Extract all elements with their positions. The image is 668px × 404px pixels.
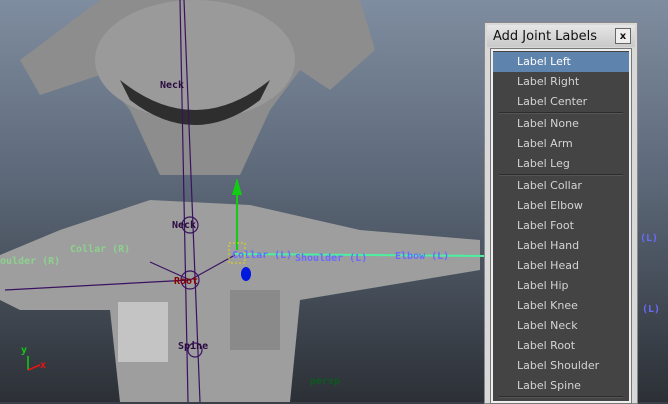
joint-label-shoulder-l: Shoulder (L)	[295, 253, 368, 264]
joint-label-root: Root	[174, 276, 199, 287]
joint-label-neck: Neck	[172, 220, 197, 231]
joint-label-spine: Spine	[178, 341, 209, 352]
menu-item-label-knee[interactable]: Label Knee	[493, 296, 629, 316]
menu-item-label-left[interactable]: Label Left	[493, 52, 629, 72]
menu-item-label-none[interactable]: Label None	[493, 114, 629, 134]
menu-item-label-hip[interactable]: Label Hip	[493, 276, 629, 296]
menu-separator	[499, 396, 623, 398]
menu-item-label-right[interactable]: Label Right	[493, 72, 629, 92]
menu-item-label-root[interactable]: Label Root	[493, 336, 629, 356]
menu-item-label-collar[interactable]: Label Collar	[493, 176, 629, 196]
menu-item-label-leg[interactable]: Label Leg	[493, 154, 629, 174]
menu-item-label-neck[interactable]: Label Neck	[493, 316, 629, 336]
joint-label-left-1: (L)	[640, 233, 659, 244]
joint-label-head: Neck	[160, 80, 185, 91]
joint-label-shoulder-r: oulder (R)	[0, 256, 61, 267]
joint-label-collar-r: Collar (R)	[70, 244, 131, 255]
menu-list: Label Left Label Right Label Center Labe…	[490, 48, 632, 404]
close-button[interactable]: x	[615, 28, 631, 44]
menu-item-label-foot[interactable]: Label Foot	[493, 216, 629, 236]
menu-title: Add Joint Labels	[493, 28, 598, 44]
menu-item-label-elbow[interactable]: Label Elbow	[493, 196, 629, 216]
menu-item-label-head[interactable]: Label Head	[493, 256, 629, 276]
joint-label-collar-l: Collar (L)	[232, 250, 293, 261]
menu-item-label-center[interactable]: Label Center	[493, 92, 629, 112]
menu-item-label-hand[interactable]: Label Hand	[493, 236, 629, 256]
menu-item-label-spine[interactable]: Label Spine	[493, 376, 629, 396]
menu-item-label-shoulder[interactable]: Label Shoulder	[493, 356, 629, 376]
joint-label-elbow-l: Elbow (L)	[395, 251, 450, 262]
axis-y-label: y	[21, 345, 28, 356]
camera-label: persp	[310, 376, 341, 387]
add-joint-labels-menu: Add Joint Labels x Label Left Label Righ…	[484, 22, 638, 404]
menu-item-label-arm[interactable]: Label Arm	[493, 134, 629, 154]
joint-label-left-2: (L)	[642, 304, 661, 315]
menu-title-bar[interactable]: Add Joint Labels x	[487, 25, 635, 47]
axis-x-label: x	[40, 360, 47, 371]
